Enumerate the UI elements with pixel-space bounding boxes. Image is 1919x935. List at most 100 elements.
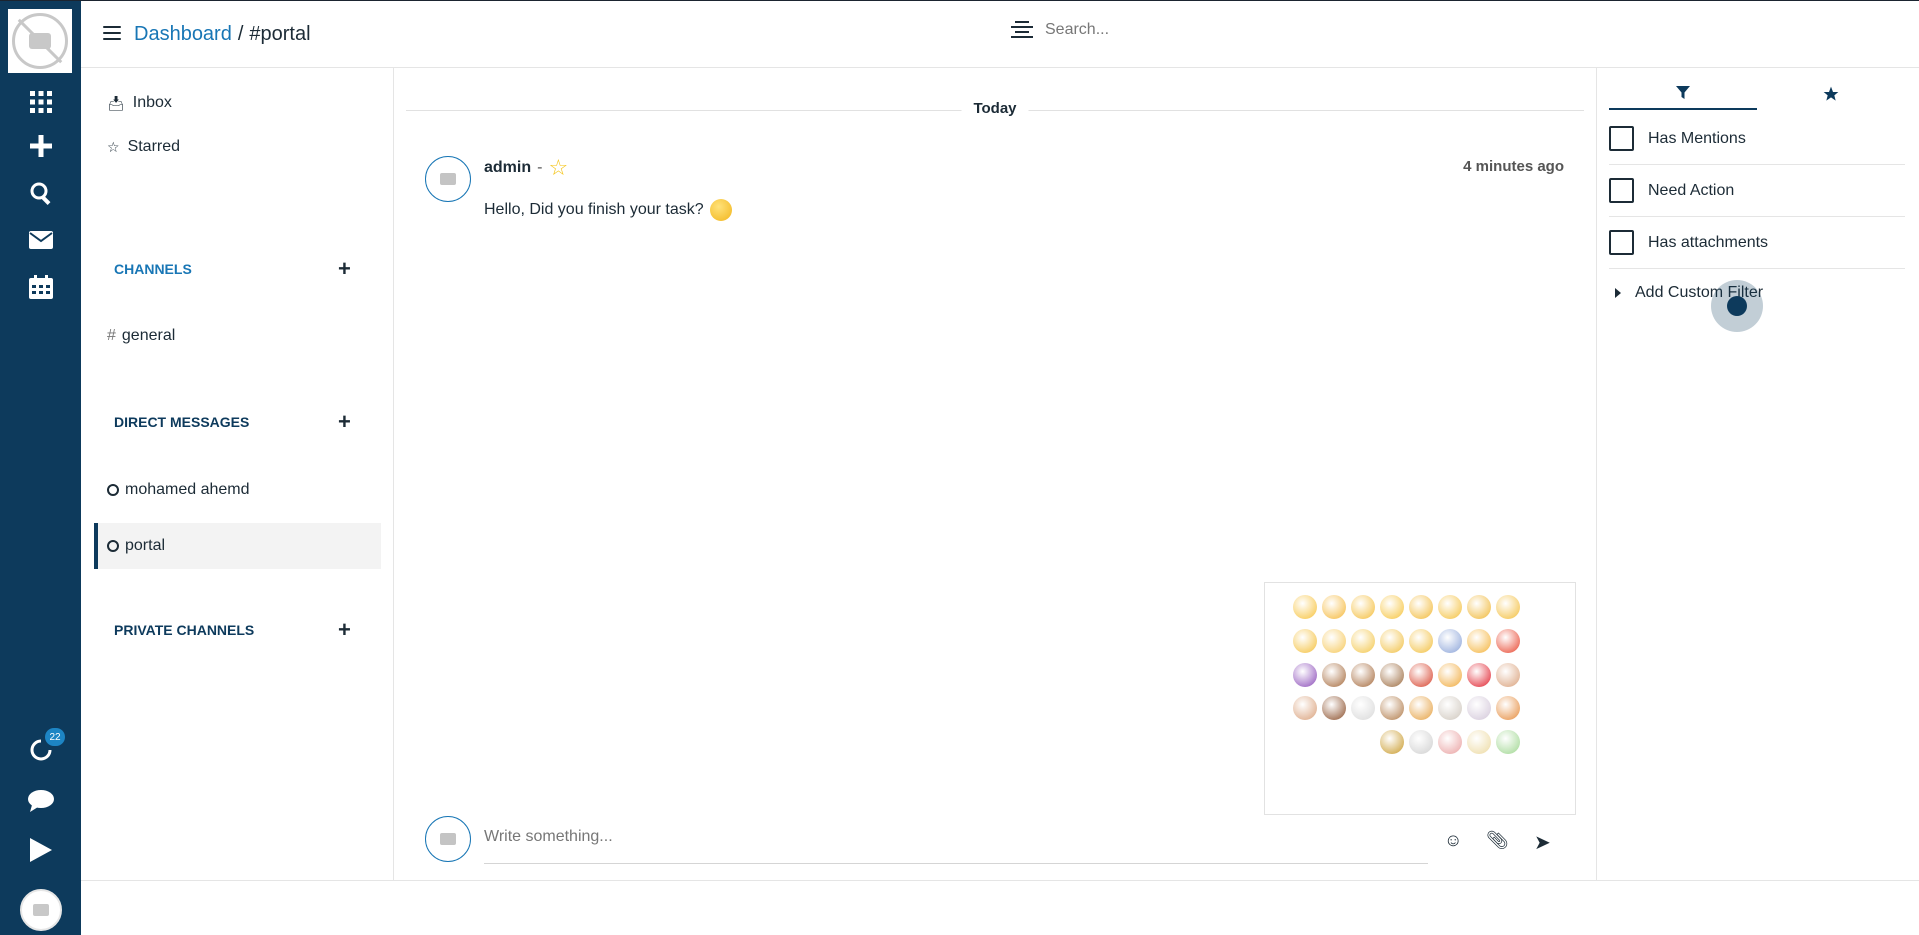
message-text: Hello, Did you finish your task? (484, 201, 704, 218)
sidebar-item-inbox[interactable]: 📥︎ Inbox (107, 94, 172, 112)
status-circle-icon (107, 484, 119, 496)
tab-starred[interactable] (1757, 78, 1905, 110)
add-button[interactable] (0, 126, 81, 166)
add-direct-message-icon[interactable]: + (338, 411, 351, 433)
emoji-green-smile-icon[interactable] (1496, 730, 1520, 754)
emoji-thumbs-down-icon[interactable] (1293, 696, 1317, 720)
direct-item-portal[interactable]: portal (94, 523, 381, 569)
top-header: Dashboard / #portal (81, 1, 1919, 68)
emoji-sunglasses-icon[interactable] (1467, 595, 1491, 619)
send-icon[interactable]: ➤ (1534, 830, 1551, 855)
emoji-cat-icon[interactable] (1438, 663, 1462, 687)
filter-need-action[interactable]: Need Action (1609, 165, 1905, 217)
sidebar-item-label: Inbox (132, 94, 172, 111)
emoji-thumbs-up-icon[interactable] (1496, 663, 1520, 687)
chat-button[interactable] (0, 781, 81, 821)
app-rail: 22 (0, 1, 81, 935)
channel-name: general (121, 327, 176, 344)
emoji-astonished-icon[interactable] (1467, 629, 1491, 653)
hash-icon: # (107, 327, 116, 344)
emoji-joy-icon[interactable] (1409, 595, 1433, 619)
author-separator: - (537, 159, 543, 176)
star-outline-icon: ☆ (107, 138, 120, 155)
emoji-see-no-evil-icon[interactable] (1322, 663, 1346, 687)
direct-item-mohamed[interactable]: mohamed ahemd (107, 481, 250, 499)
composer-avatar (425, 816, 471, 862)
filter-icon (1676, 86, 1690, 99)
message-avatar[interactable] (425, 156, 471, 202)
emoji-imp-icon[interactable] (1293, 663, 1317, 687)
play-icon (29, 838, 52, 862)
add-channel-icon[interactable]: + (338, 258, 351, 280)
user-avatar[interactable] (20, 889, 62, 931)
sidebar-item-starred[interactable]: ☆ Starred (107, 138, 180, 156)
checkbox[interactable] (1609, 178, 1634, 203)
emoji-yum-icon[interactable] (1293, 629, 1317, 653)
emoji-speak-no-evil-icon[interactable] (1380, 663, 1404, 687)
emoji-party-icon[interactable] (1496, 696, 1520, 720)
search-align-icon (1011, 21, 1033, 39)
message-input[interactable] (484, 828, 1384, 846)
message-author[interactable]: admin (484, 159, 531, 177)
emoji-flushed-icon[interactable] (1322, 629, 1346, 653)
add-private-channel-icon[interactable]: + (338, 619, 351, 641)
checkbox[interactable] (1609, 126, 1634, 151)
emoji-toggle-icon[interactable]: ☺ (1444, 830, 1462, 851)
filter-panel: Has Mentions Need Action Has attachments… (1596, 68, 1919, 880)
emoji-coffee-icon[interactable] (1438, 696, 1462, 720)
tab-filters[interactable] (1609, 78, 1757, 110)
activity-button[interactable]: 22 (0, 728, 81, 770)
emoji-frowning-icon[interactable] (1409, 730, 1433, 754)
filter-has-attachments[interactable]: Has attachments (1609, 217, 1905, 269)
emoji-poop-icon[interactable] (1322, 696, 1346, 720)
search-button[interactable] (0, 173, 81, 213)
emoji-slightly-smiling-icon[interactable] (1293, 595, 1317, 619)
emoji-neutral-alt-icon[interactable] (1467, 730, 1491, 754)
apps-grid-button[interactable] (0, 82, 81, 122)
play-button[interactable] (0, 830, 81, 870)
search-input[interactable] (1045, 21, 1345, 39)
breadcrumb: Dashboard / #portal (134, 23, 311, 46)
attachment-icon[interactable]: 📎︎ (1486, 830, 1509, 851)
emoji-winking-icon[interactable] (1438, 595, 1462, 619)
app-logo[interactable] (8, 9, 72, 73)
filter-has-mentions[interactable]: Has Mentions (1609, 113, 1905, 165)
filter-label: Need Action (1648, 181, 1735, 199)
breadcrumb-separator: / (237, 23, 244, 45)
emoji-cake-icon[interactable] (1467, 696, 1491, 720)
search-icon (30, 182, 50, 205)
emoji-ghost-icon[interactable] (1351, 696, 1375, 720)
emoji-grinning-icon[interactable] (1322, 595, 1346, 619)
emoji-tongue-icon[interactable] (1496, 595, 1520, 619)
channel-item-general[interactable]: # general (107, 327, 175, 345)
emoji-laughing-icon[interactable] (1380, 595, 1404, 619)
emoji-sad-icon[interactable] (1438, 730, 1462, 754)
cursor-indicator (1711, 280, 1763, 332)
emoji-trophy-icon[interactable] (1380, 730, 1404, 754)
emoji-neutral-icon[interactable] (1351, 629, 1375, 653)
caret-right-icon (1615, 288, 1621, 298)
date-divider: Today (961, 100, 1029, 117)
emoji-angry-icon[interactable] (1496, 629, 1520, 653)
emoji-beer-icon[interactable] (1409, 696, 1433, 720)
emoji-smiling-icon[interactable] (1351, 595, 1375, 619)
calendar-button[interactable] (0, 267, 81, 307)
emoji-bug-icon[interactable] (1409, 663, 1433, 687)
mail-button[interactable] (0, 220, 81, 260)
message-body: Hello, Did you finish your task? (484, 199, 732, 221)
grid-icon (29, 91, 52, 113)
emoji-scream-icon[interactable] (1438, 629, 1462, 653)
filter-label: Has attachments (1648, 233, 1769, 251)
emoji-cookie-icon[interactable] (1380, 696, 1404, 720)
emoji-disappointed-icon[interactable] (1409, 629, 1433, 653)
hamburger-menu-icon[interactable] (103, 26, 121, 40)
emoji-hear-no-evil-icon[interactable] (1351, 663, 1375, 687)
checkbox[interactable] (1609, 230, 1634, 255)
emoji-heart-icon[interactable] (1467, 663, 1491, 687)
plus-icon (29, 135, 52, 157)
star-icon (1823, 86, 1839, 101)
emoji-confused-icon[interactable] (1380, 629, 1404, 653)
star-outline-icon[interactable]: ☆ (548, 157, 568, 179)
emoji-picker (1264, 582, 1576, 815)
breadcrumb-dashboard-link[interactable]: Dashboard (134, 23, 232, 45)
